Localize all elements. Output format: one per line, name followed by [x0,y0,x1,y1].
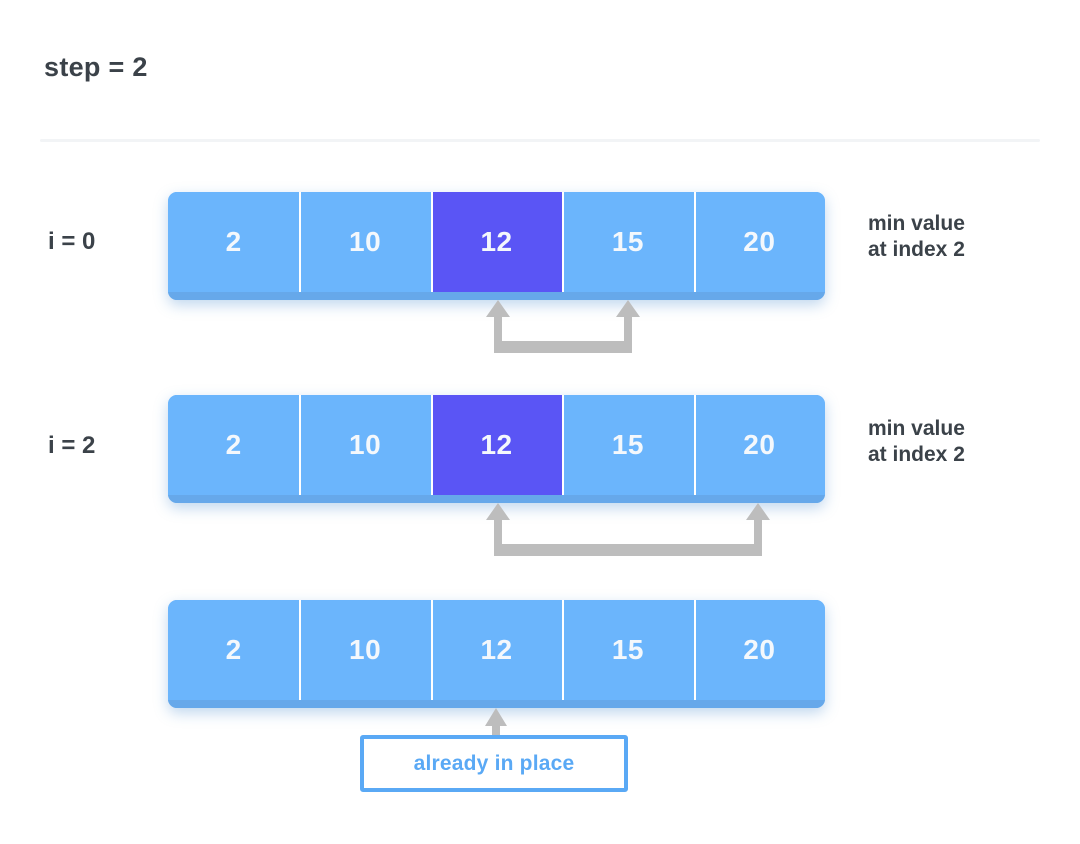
array-cell[interactable]: 2 [168,600,300,700]
array-cell[interactable]: 2 [168,395,300,495]
array-cell[interactable]: 2 [168,192,300,292]
array-cell[interactable]: 12 [430,600,563,700]
swap-connector-2 [478,500,778,556]
cell-value: 20 [743,226,776,257]
array-cell[interactable]: 20 [693,600,825,700]
array-cell[interactable]: 10 [299,395,431,495]
array-cell[interactable]: 15 [562,192,694,292]
cell-value: 10 [349,429,382,460]
cell-value: 12 [480,226,513,257]
callout-text: already in place [413,751,575,775]
array-cell[interactable]: 20 [693,395,825,495]
cell-value: 2 [225,226,242,257]
array-row-1: 2 10 12 15 20 [168,192,825,300]
array-container-1: 2 10 12 15 20 [168,192,825,300]
array-cell-highlighted[interactable]: 12 [430,192,563,292]
cell-value: 20 [743,634,776,665]
cell-value: 2 [225,429,242,460]
row-index-label-2: i = 2 [48,432,96,459]
array-row-2: 2 10 12 15 20 [168,395,825,503]
cell-value: 15 [611,634,644,665]
row-annotation-2: min value at index 2 [868,417,965,467]
cell-value: 15 [611,226,644,257]
already-in-place-callout: already in place [360,735,628,792]
cell-value: 10 [349,634,382,665]
array-row-3: 2 10 12 15 20 [168,600,825,708]
cell-value: 15 [611,429,644,460]
array-cell-highlighted[interactable]: 12 [430,395,563,495]
cell-value: 2 [225,634,242,665]
swap-connector-1 [478,297,648,353]
row-index-label-1: i = 0 [48,228,96,255]
array-container-2: 2 10 12 15 20 [168,395,825,503]
cell-value: 10 [349,226,382,257]
array-cell[interactable]: 15 [562,600,694,700]
array-cell[interactable]: 10 [299,192,431,292]
array-cell[interactable]: 10 [299,600,431,700]
header-divider [40,139,1040,142]
cell-value: 12 [480,634,513,665]
step-label: step = 2 [44,52,148,82]
array-container-3: 2 10 12 15 20 [168,600,825,708]
array-cell[interactable]: 15 [562,395,694,495]
cell-value: 12 [480,429,513,460]
row-annotation-1: min value at index 2 [868,212,965,262]
array-cell[interactable]: 20 [693,192,825,292]
cell-value: 20 [743,429,776,460]
